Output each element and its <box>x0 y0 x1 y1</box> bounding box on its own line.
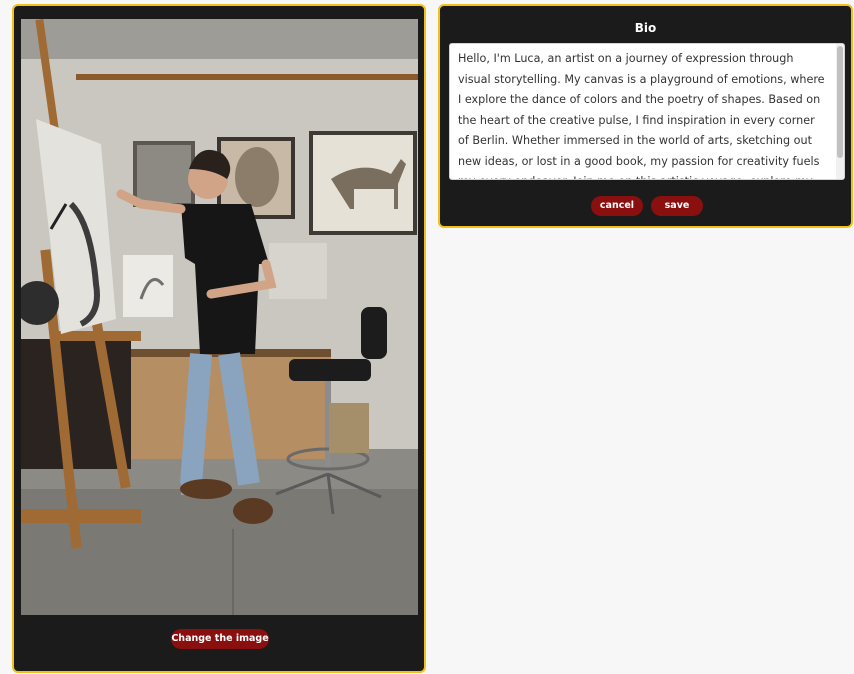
profile-photo <box>21 19 418 615</box>
change-image-button[interactable]: Change the image <box>171 629 269 649</box>
bio-text[interactable]: Hello, I'm Luca, an artist on a journey … <box>450 44 834 179</box>
bio-textarea[interactable]: Hello, I'm Luca, an artist on a journey … <box>449 43 845 180</box>
bio-scrollbar-thumb[interactable] <box>837 46 843 158</box>
cancel-button[interactable]: cancel <box>591 196 643 216</box>
bio-scrollbar[interactable] <box>836 44 844 179</box>
bio-title: Bio <box>634 21 657 35</box>
artist-studio-photo <box>21 19 418 615</box>
image-card: Change the image <box>12 4 426 673</box>
bio-card: Bio Hello, I'm Luca, an artist on a jour… <box>438 4 853 228</box>
save-button[interactable]: save <box>651 196 703 216</box>
